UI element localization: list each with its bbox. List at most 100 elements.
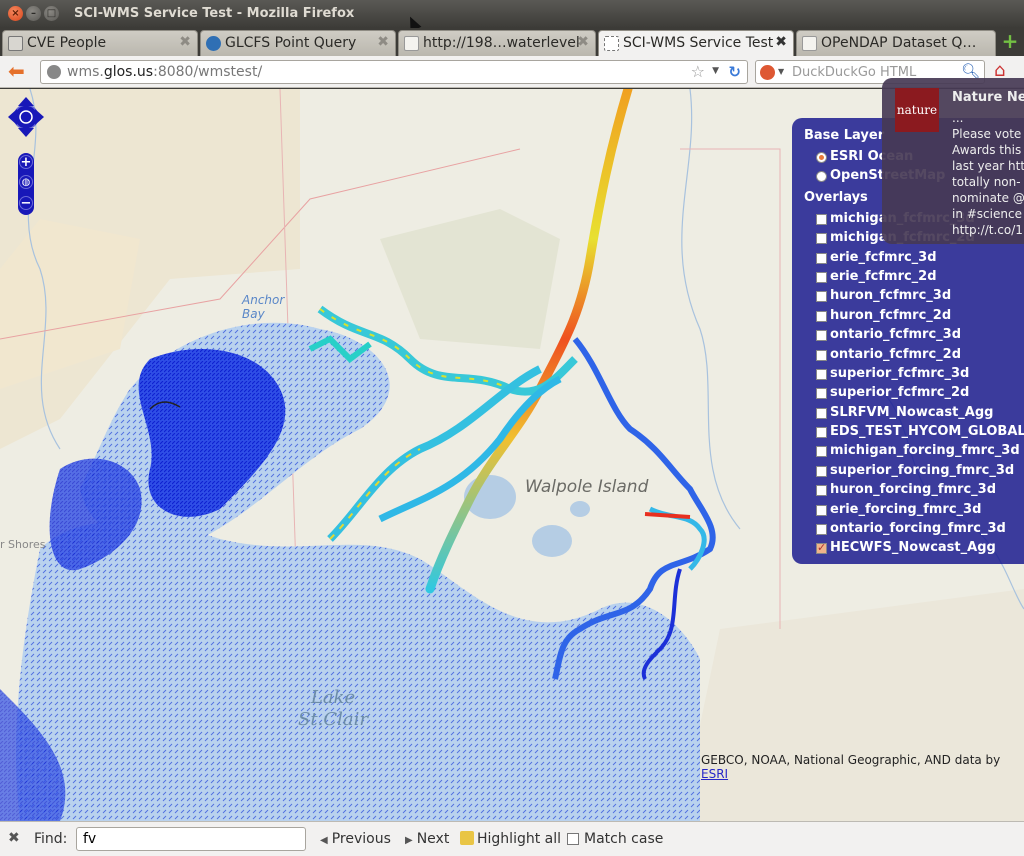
overlay-checkbox[interactable] xyxy=(816,271,827,283)
esri-attribution-link[interactable]: ESRI xyxy=(701,767,728,781)
overlay-checkbox[interactable] xyxy=(816,368,827,380)
overlay-checkbox[interactable] xyxy=(816,349,827,361)
overlay-checkbox[interactable] xyxy=(816,485,827,497)
overlay-label: SLRFVM_Nowcast_Agg xyxy=(830,404,994,420)
anchor-bay-label: Anchor Bay xyxy=(242,293,285,321)
duckduckgo-engine-icon[interactable] xyxy=(760,65,775,80)
tab-label: OPeNDAP Dataset Q… xyxy=(821,35,977,51)
notification-body: ... Please vote Awards this y last year … xyxy=(952,111,1024,237)
overlay-checkbox[interactable] xyxy=(816,446,827,458)
base-layer-radio[interactable] xyxy=(816,171,827,183)
overlay-checkbox[interactable] xyxy=(816,330,827,342)
find-next-button[interactable]: ▶ Next xyxy=(405,831,449,847)
minimize-window-button[interactable]: – xyxy=(26,6,41,21)
maximize-window-button[interactable]: □ xyxy=(44,6,59,21)
checkbox-icon[interactable] xyxy=(567,833,579,845)
tab-cve-people[interactable]: CVE People ✖ xyxy=(2,30,198,56)
tab-waterlevel[interactable]: http://198…waterlevel ✖ xyxy=(398,30,596,56)
highlight-all-button[interactable]: Highlight all xyxy=(460,831,561,847)
overlay-item[interactable]: ontario_fcfmrc_2d xyxy=(804,347,1024,366)
overlay-label: michigan_forcing_fmrc_3d xyxy=(830,443,1020,459)
window-titlebar: × – □ SCI-WMS Service Test - Mozilla Fir… xyxy=(0,0,1024,32)
overlay-checkbox[interactable] xyxy=(816,504,827,516)
globe-favicon-icon xyxy=(206,36,221,51)
overlay-checkbox[interactable] xyxy=(816,465,827,477)
attribution-text: GEBCO, NOAA, National Geographic, AND da… xyxy=(701,753,1001,767)
base-layer-radio[interactable] xyxy=(816,152,827,163)
overlay-checkbox[interactable] xyxy=(816,310,827,322)
overlay-checkbox[interactable] xyxy=(816,252,827,264)
window-controls: × – □ xyxy=(8,6,59,21)
close-find-bar-icon[interactable]: ✖ xyxy=(8,830,20,846)
overlay-label: EDS_TEST_HYCOM_GLOBAL xyxy=(830,424,1024,440)
tab-sci-wms-service-test[interactable]: SCI-WMS Service Test ✖ xyxy=(598,30,794,57)
close-tab-icon[interactable]: ✖ xyxy=(577,34,589,50)
overlay-label: superior_fcfmrc_2d xyxy=(830,385,970,401)
overlay-label: erie_fcfmrc_2d xyxy=(830,268,937,284)
match-case-checkbox[interactable]: Match case xyxy=(567,831,663,847)
navigation-toolbar: ⬅ wms.glos.us:8080/wmstest/ ☆ ▼ ↻ ▼ Duck… xyxy=(0,56,1024,88)
url-text[interactable]: wms.glos.us:8080/wmstest/ xyxy=(67,64,262,80)
map-viewport[interactable]: Anchor Bay Lake St.Clair Walpole Island r … xyxy=(0,89,1024,821)
close-window-button[interactable]: × xyxy=(8,6,23,21)
overlay-checkbox[interactable] xyxy=(816,213,827,225)
new-tab-plus-icon[interactable]: + xyxy=(1000,31,1020,52)
overlay-item[interactable]: ontario_fcfmrc_3d xyxy=(804,327,1024,346)
tab-glcfs-point-query[interactable]: GLCFS Point Query ✖ xyxy=(200,30,396,56)
map-attribution: GEBCO, NOAA, National Geographic, AND da… xyxy=(701,753,1024,781)
find-label: Find: xyxy=(34,831,68,847)
overlay-item-hecwfs[interactable]: HECWFS_Nowcast_Agg xyxy=(804,540,1024,559)
tab-opendap-dataset[interactable]: OPeNDAP Dataset Q… xyxy=(796,30,996,56)
reload-icon[interactable]: ↻ xyxy=(728,63,741,81)
overlay-item[interactable]: superior_fcfmrc_3d xyxy=(804,366,1024,385)
overlay-item[interactable]: SLRFVM_Nowcast_Agg xyxy=(804,405,1024,424)
nature-logo-icon: nature xyxy=(895,88,939,132)
page-favicon-icon xyxy=(802,36,817,51)
overlay-item[interactable]: huron_fcfmrc_3d xyxy=(804,288,1024,307)
overlay-item[interactable]: erie_forcing_fmrc_3d xyxy=(804,502,1024,521)
overlay-label: ontario_forcing_fmrc_3d xyxy=(830,521,1006,537)
overlay-item[interactable]: EDS_TEST_HYCOM_GLOBAL xyxy=(804,424,1024,443)
overlay-checkbox[interactable] xyxy=(816,427,827,439)
zoom-world-globe-icon[interactable]: ◍ xyxy=(19,175,33,189)
overlay-checkbox-checked[interactable] xyxy=(816,541,827,555)
overlay-item[interactable]: superior_fcfmrc_2d xyxy=(804,385,1024,404)
zoom-in-button[interactable]: + xyxy=(19,155,33,169)
next-arrow-icon: ▶ xyxy=(405,835,413,846)
overlay-checkbox[interactable] xyxy=(816,291,827,303)
find-input[interactable] xyxy=(76,827,306,851)
window-title: SCI-WMS Service Test - Mozilla Firefox xyxy=(74,6,355,21)
search-engine-dropdown-icon[interactable]: ▼ xyxy=(778,67,784,76)
overlay-item[interactable]: erie_fcfmrc_2d xyxy=(804,269,1024,288)
overlay-checkbox[interactable] xyxy=(816,407,827,419)
overlay-label: ontario_fcfmrc_2d xyxy=(830,346,962,362)
close-tab-icon[interactable]: ✖ xyxy=(179,34,191,50)
url-bar[interactable]: wms.glos.us:8080/wmstest/ ☆ ▼ ↻ xyxy=(40,60,748,84)
overlay-checkbox[interactable] xyxy=(816,524,827,536)
tab-label: GLCFS Point Query xyxy=(225,35,357,51)
pan-down-arrow-icon[interactable] xyxy=(18,128,34,137)
overlay-checkbox[interactable] xyxy=(816,233,827,245)
highlighter-icon xyxy=(460,831,474,845)
overlay-item[interactable]: huron_forcing_fmrc_3d xyxy=(804,482,1024,501)
pan-control xyxy=(8,97,44,137)
close-tab-icon[interactable]: ✖ xyxy=(775,34,787,50)
tab-bar: CVE People ✖ GLCFS Point Query ✖ http://… xyxy=(0,28,1024,57)
close-tab-icon[interactable]: ✖ xyxy=(377,34,389,50)
overlay-item[interactable]: ontario_forcing_fmrc_3d xyxy=(804,521,1024,540)
overlay-item[interactable]: erie_fcfmrc_3d xyxy=(804,250,1024,269)
back-arrow-icon[interactable]: ⬅ xyxy=(8,61,25,81)
overlay-item[interactable]: huron_fcfmrc_2d xyxy=(804,308,1024,327)
pan-up-arrow-icon[interactable] xyxy=(18,97,34,106)
zoom-out-button[interactable]: − xyxy=(19,196,33,210)
pan-left-arrow-icon[interactable] xyxy=(8,109,17,125)
url-history-dropdown-icon[interactable]: ▼ xyxy=(712,66,719,76)
site-identity-icon[interactable] xyxy=(47,65,61,79)
bookmark-star-icon[interactable]: ☆ xyxy=(691,62,705,81)
overlay-item[interactable]: michigan_forcing_fmrc_3d xyxy=(804,443,1024,462)
find-previous-button[interactable]: ◀ Previous xyxy=(320,831,391,847)
tweet-notification[interactable]: nature Nature Ne ... Please vote Awards … xyxy=(882,78,1024,244)
pan-right-arrow-icon[interactable] xyxy=(35,109,44,125)
overlay-checkbox[interactable] xyxy=(816,388,827,400)
overlay-item[interactable]: superior_forcing_fmrc_3d xyxy=(804,463,1024,482)
